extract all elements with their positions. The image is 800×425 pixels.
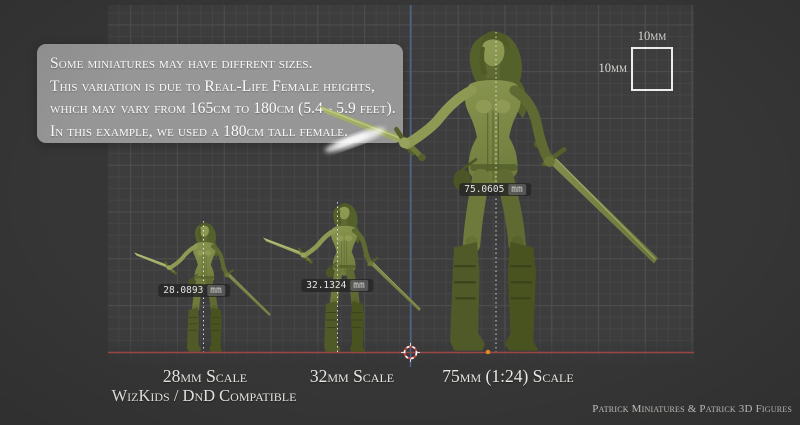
scale-reference-square bbox=[631, 47, 673, 91]
origin-dot bbox=[486, 350, 491, 355]
measurement-badge-28mm: 28.0893 mm bbox=[158, 284, 230, 297]
miniature-32mm bbox=[263, 203, 421, 352]
scale-reference-height-label: 10mm bbox=[585, 61, 627, 76]
measurement-value: 28.0893 bbox=[163, 285, 203, 296]
credit-text: Patrick Miniatures & Patrick 3D Figures bbox=[592, 403, 792, 415]
measurement-value: 32.1324 bbox=[306, 280, 346, 291]
blade-glare bbox=[323, 124, 387, 156]
measurement-badge-32mm: 32.1324 mm bbox=[301, 279, 373, 292]
caption-28mm-compat: WizKids / DnD Compatible bbox=[112, 386, 297, 406]
measurement-unit: mm bbox=[350, 280, 367, 291]
scale-reference-width-label: 10mm bbox=[629, 29, 675, 44]
caption-28mm-scale: 28mm Scale bbox=[163, 366, 247, 387]
caption-32mm-scale: 32mm Scale bbox=[310, 366, 394, 387]
measurement-badge-75mm: 75.0605 mm bbox=[459, 183, 531, 196]
measurement-unit: mm bbox=[207, 285, 224, 296]
measurement-unit: mm bbox=[508, 184, 525, 195]
measurement-value: 75.0605 bbox=[464, 184, 504, 195]
caption-75mm-scale: 75mm (1:24) Scale bbox=[442, 366, 573, 387]
viewport-canvas[interactable] bbox=[0, 0, 800, 425]
